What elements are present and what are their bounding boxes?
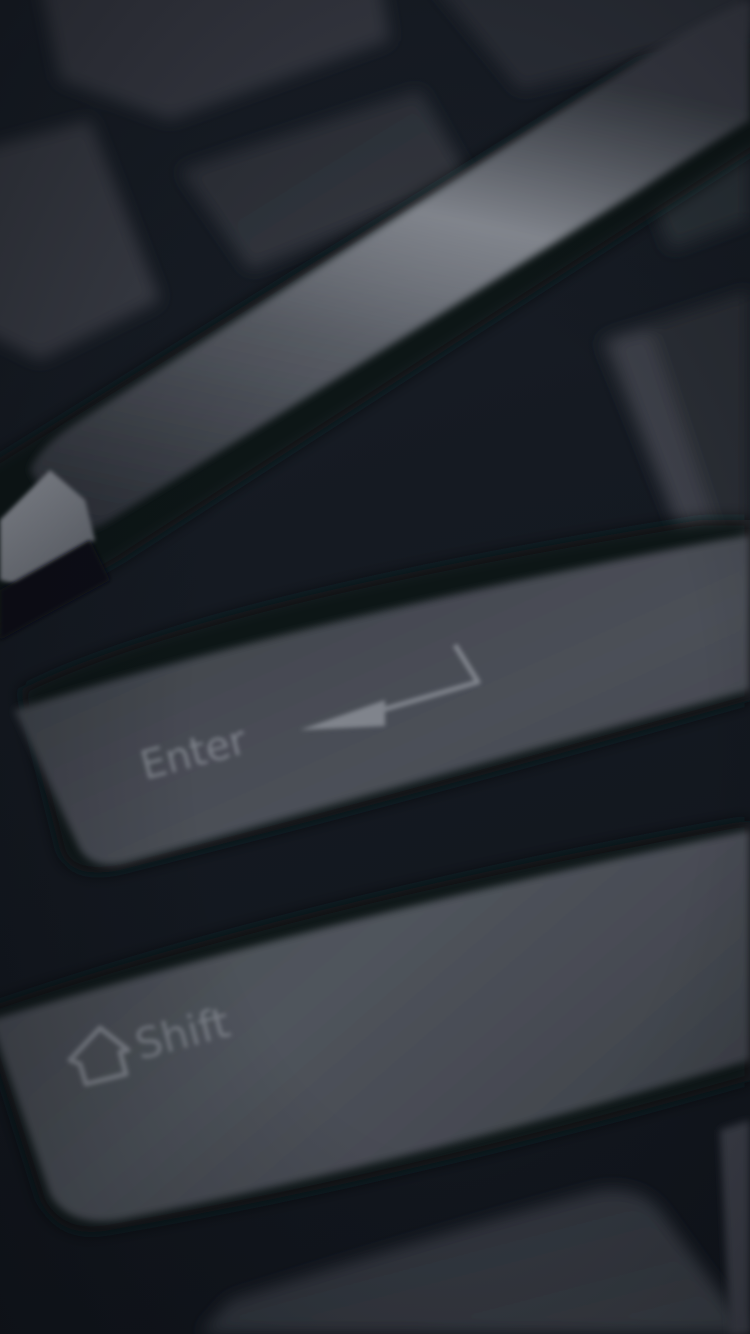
- shift-key: Shift: [0, 820, 750, 1233]
- enter-key: Enter: [14, 520, 750, 873]
- keyboard-photo-svg: Enter Shift: [0, 0, 750, 1334]
- background-photo: Enter Shift: [0, 0, 750, 1334]
